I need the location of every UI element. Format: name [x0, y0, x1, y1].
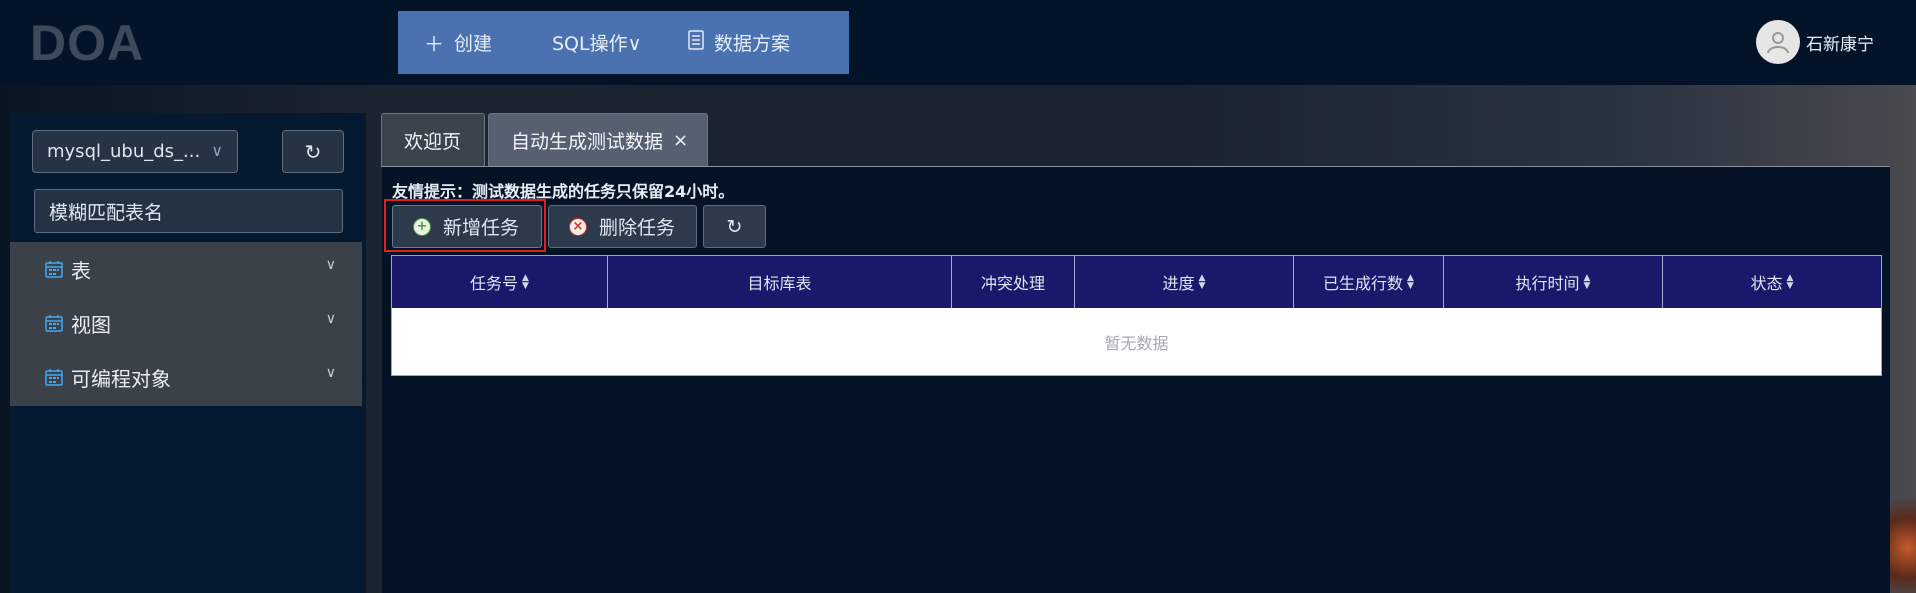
app-logo: DOA	[30, 15, 145, 71]
tree-item-label: 可编程对象	[71, 366, 171, 391]
close-icon[interactable]: ×	[673, 130, 688, 151]
nav-sql-operations[interactable]: SQL操作∨	[526, 11, 674, 74]
user-menu[interactable]: 石新康宁	[1756, 20, 1874, 64]
document-icon	[688, 30, 704, 55]
plus-icon: ＋	[424, 32, 444, 56]
task-table: 任务号 ▲ ▼ 目标库表 冲突处理 进度 ▲ ▼ 已生成行数 ▲ ▼ 执行时间 ▲ ▼	[391, 255, 1882, 376]
column-header-rows-generated[interactable]: 已生成行数 ▲ ▼	[1294, 256, 1444, 308]
tree-item-tables[interactable]: 表 ∨	[10, 242, 362, 296]
chevron-down-icon: ∨	[325, 365, 336, 381]
user-name: 石新康宁	[1806, 34, 1874, 55]
calendar-icon	[45, 369, 63, 386]
refresh-icon: ↻	[304, 139, 322, 164]
column-header-target-table: 目标库表	[608, 256, 952, 308]
user-avatar-icon	[1756, 20, 1800, 64]
sidebar: mysql_ubu_ds_... ∨ ↻ 模糊匹配表名 表 ∨ 视图 ∨ 可编程…	[10, 113, 366, 593]
tree-item-label: 视图	[71, 312, 111, 337]
object-tree: 表 ∨ 视图 ∨ 可编程对象 ∨	[10, 242, 362, 406]
delete-task-button[interactable]: × 删除任务	[548, 205, 697, 248]
calendar-icon	[45, 261, 63, 278]
datasource-select[interactable]: mysql_ubu_ds_... ∨	[32, 130, 238, 173]
refresh-button[interactable]: ↻	[703, 205, 766, 248]
empty-state: 暂无数据	[1104, 333, 1169, 353]
nav-create[interactable]: ＋ 创建	[398, 11, 526, 74]
sort-icon: ▲ ▼	[1407, 273, 1414, 291]
tab-auto-generate-test-data[interactable]: 自动生成测试数据 ×	[488, 113, 708, 167]
plus-circle-icon: +	[413, 217, 431, 236]
datasource-select-value: mysql_ubu_ds_...	[47, 141, 201, 162]
column-header-status[interactable]: 状态 ▲ ▼	[1663, 256, 1881, 308]
sidebar-refresh-button[interactable]: ↻	[282, 130, 344, 173]
nav-data-plan-label: 数据方案	[714, 33, 791, 55]
tab-welcome[interactable]: 欢迎页	[381, 113, 485, 167]
calendar-icon	[45, 315, 63, 332]
sort-icon: ▲ ▼	[1583, 273, 1591, 291]
chevron-down-icon: ∨	[325, 311, 336, 327]
sort-icon: ▲ ▼	[1786, 273, 1794, 291]
add-task-label: 新增任务	[443, 217, 520, 239]
nav-create-label: 创建	[454, 33, 493, 55]
refresh-icon: ↻	[726, 215, 743, 238]
tree-item-views[interactable]: 视图 ∨	[10, 296, 362, 350]
table-filter-input[interactable]: 模糊匹配表名	[34, 189, 343, 233]
nav-data-plan[interactable]: 数据方案	[674, 11, 790, 74]
tab-label: 欢迎页	[404, 131, 462, 153]
sort-icon: ▲ ▼	[1198, 273, 1206, 291]
tree-item-programmable-objects[interactable]: 可编程对象 ∨	[10, 350, 362, 404]
table-header: 任务号 ▲ ▼ 目标库表 冲突处理 进度 ▲ ▼ 已生成行数 ▲ ▼ 执行时间 ▲ ▼	[392, 256, 1881, 308]
top-header: DOA ＋ 创建 SQL操作∨ 数据方案 石新康宁	[0, 0, 1916, 85]
sort-icon: ▲ ▼	[522, 273, 529, 291]
column-header-task-id[interactable]: 任务号 ▲ ▼	[392, 256, 608, 308]
column-header-progress[interactable]: 进度 ▲ ▼	[1075, 256, 1294, 308]
nav-sql-label: SQL操作∨	[552, 33, 642, 55]
close-circle-icon: ×	[569, 217, 587, 236]
tab-label: 自动生成测试数据	[511, 131, 664, 153]
main-panel: 友情提示：测试数据生成的任务只保留24小时。 + 新增任务 × 删除任务 ↻ 任…	[382, 167, 1890, 593]
top-nav: ＋ 创建 SQL操作∨ 数据方案	[398, 11, 849, 74]
column-header-conflict: 冲突处理	[952, 256, 1075, 308]
add-task-button[interactable]: + 新增任务	[392, 205, 542, 248]
column-header-exec-time[interactable]: 执行时间 ▲ ▼	[1444, 256, 1663, 308]
delete-task-label: 删除任务	[599, 217, 676, 239]
chevron-down-icon: ∨	[211, 141, 223, 160]
tree-item-label: 表	[71, 258, 91, 283]
chevron-down-icon: ∨	[325, 257, 336, 273]
